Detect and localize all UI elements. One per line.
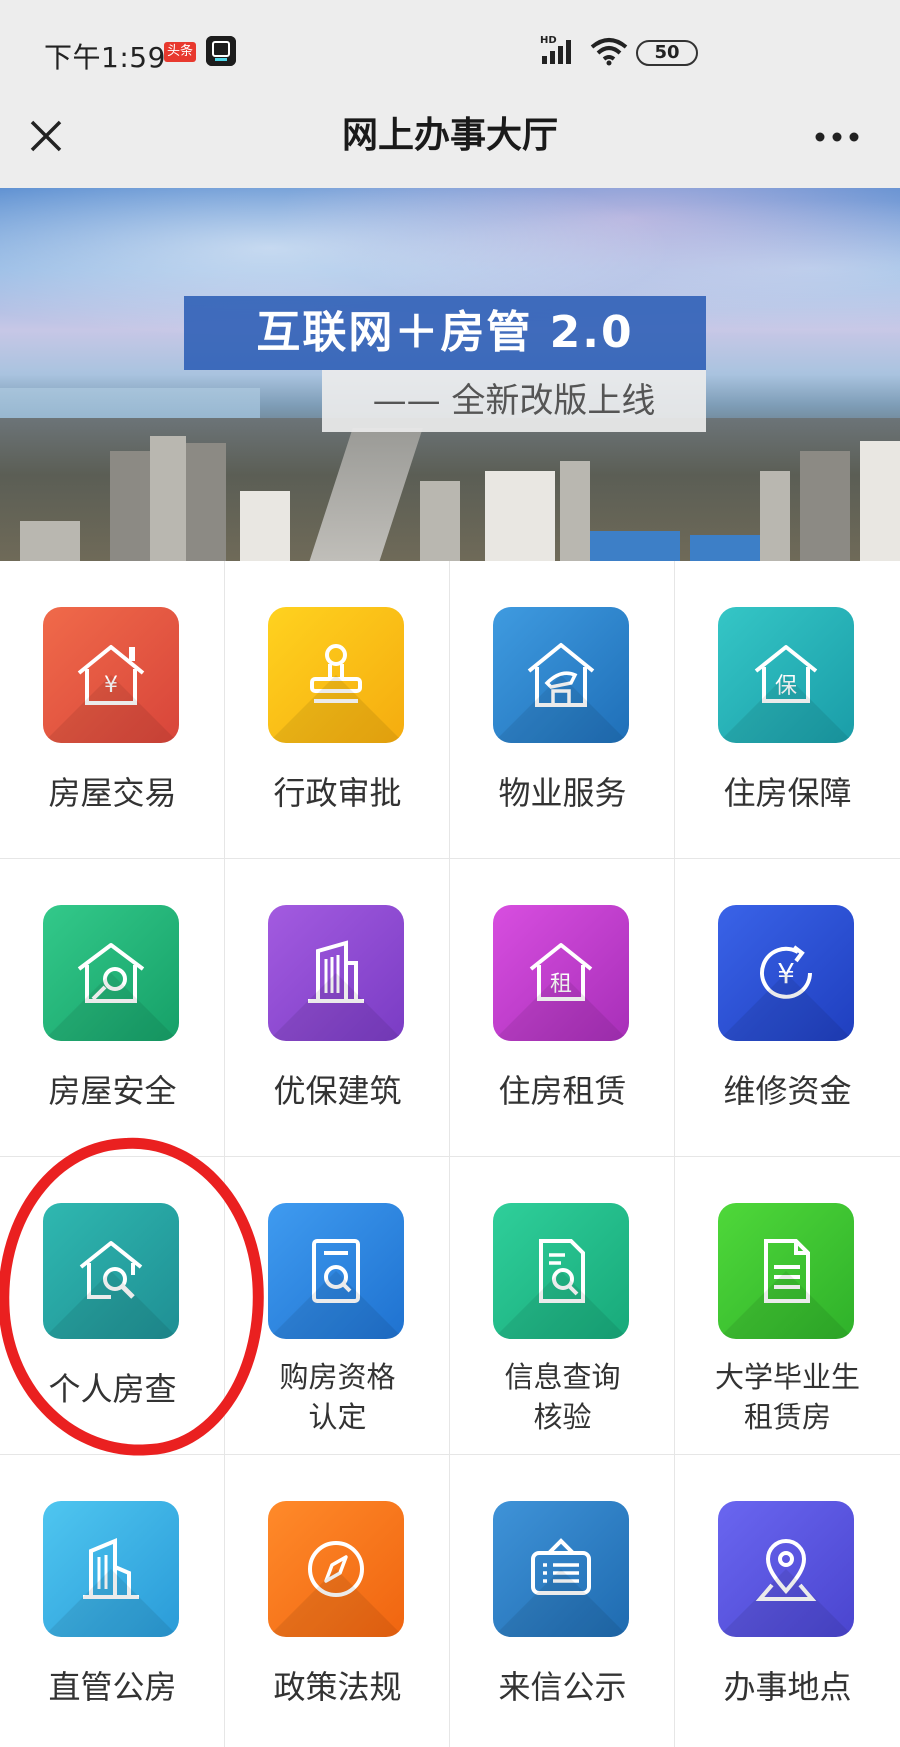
service-label-line2: 租赁房 — [743, 1400, 831, 1434]
service-label: 办事地点 — [723, 1668, 852, 1706]
service-label: 优保建筑 — [273, 1072, 402, 1110]
house-shield-icon: 保 — [718, 607, 854, 743]
app-notification-icon — [206, 36, 236, 66]
document-search-icon — [493, 1203, 629, 1339]
network-label: HD — [540, 35, 557, 46]
banner-subtitle: —— 全新改版上线 — [372, 381, 656, 421]
service-letters-notice[interactable]: 来信公示 — [450, 1455, 675, 1747]
service-label-line1: 大学毕业生 — [714, 1360, 860, 1394]
service-housing-rental[interactable]: 租 住房租赁 — [450, 859, 675, 1157]
battery-icon: 50 — [636, 40, 698, 66]
service-label: 直管公房 — [48, 1668, 177, 1706]
service-label: 物业服务 — [498, 774, 627, 812]
svg-text:¥: ¥ — [777, 957, 795, 990]
status-time: 下午1:59 — [44, 41, 166, 74]
service-quality-building[interactable]: 优保建筑 — [225, 859, 450, 1157]
service-label: 购房资格 认定 — [225, 1357, 450, 1437]
service-purchase-qualification[interactable]: 购房资格 认定 — [225, 1157, 450, 1455]
service-label: 来信公示 — [498, 1668, 627, 1706]
title-bar: 网上办事大厅 — [0, 96, 900, 188]
service-maintenance-fund[interactable]: ¥ 维修资金 — [675, 859, 900, 1157]
page-title: 网上办事大厅 — [341, 115, 558, 156]
compass-icon — [268, 1501, 404, 1637]
service-label: 行政审批 — [273, 774, 402, 812]
location-icon — [718, 1501, 854, 1637]
signal-icon: HD — [540, 35, 571, 64]
service-property[interactable]: 物业服务 — [450, 561, 675, 859]
toutiao-notification-icon: 头条 — [164, 42, 196, 62]
qualification-icon — [268, 1203, 404, 1339]
service-label: 政策法规 — [273, 1668, 402, 1706]
notice-board-icon — [493, 1501, 629, 1637]
service-label: 信息查询 核验 — [450, 1357, 675, 1437]
banner-title: 互联网＋房管 2.0 — [256, 307, 634, 358]
public-housing-icon — [43, 1501, 179, 1637]
building-icon — [268, 905, 404, 1041]
close-icon[interactable] — [26, 116, 66, 156]
house-rent-icon: 租 — [493, 905, 629, 1041]
banner[interactable]: 互联网＋房管 2.0 —— 全新改版上线 — [0, 188, 900, 561]
banner-city — [0, 418, 900, 561]
service-housing-security[interactable]: 保 住房保障 — [675, 561, 900, 859]
service-label: 住房租赁 — [498, 1072, 627, 1110]
service-public-housing[interactable]: 直管公房 — [0, 1455, 225, 1747]
svg-text:¥: ¥ — [104, 673, 118, 698]
service-personal-house-check[interactable]: 个人房查 — [0, 1157, 225, 1455]
house-safety-icon — [43, 905, 179, 1041]
service-house-safety[interactable]: 房屋安全 — [0, 859, 225, 1157]
service-label: 维修资金 — [723, 1072, 852, 1110]
service-label: 大学毕业生 租赁房 — [675, 1357, 900, 1437]
fund-icon: ¥ — [718, 905, 854, 1041]
svg-text:保: 保 — [775, 674, 797, 699]
service-label: 个人房查 — [48, 1370, 177, 1408]
house-search-icon — [43, 1203, 179, 1339]
status-bar: 下午1:59 头条 HD 50 — [0, 0, 900, 96]
service-graduate-rental[interactable]: 大学毕业生 租赁房 — [675, 1157, 900, 1455]
house-yuan-icon: ¥ — [43, 607, 179, 743]
service-label-line1: 信息查询 — [504, 1360, 621, 1394]
more-icon[interactable] — [812, 120, 862, 154]
service-label-line2: 核验 — [533, 1400, 592, 1434]
service-admin-approval[interactable]: 行政审批 — [225, 561, 450, 859]
property-service-icon — [493, 607, 629, 743]
wifi-icon — [590, 38, 628, 66]
service-house-trade[interactable]: ¥ 房屋交易 — [0, 561, 225, 859]
service-label: 房屋交易 — [48, 774, 177, 812]
service-office-locations[interactable]: 办事地点 — [675, 1455, 900, 1747]
stamp-icon — [268, 607, 404, 743]
service-label-line1: 购房资格 — [279, 1360, 396, 1394]
service-label: 住房保障 — [723, 774, 852, 812]
service-info-verification[interactable]: 信息查询 核验 — [450, 1157, 675, 1455]
service-label-line2: 认定 — [308, 1400, 367, 1434]
service-grid: ¥ 房屋交易 行政审批 物业服务 保 住房保障 房屋安全 优保建筑 租 住房租赁… — [0, 561, 900, 1747]
document-icon — [718, 1203, 854, 1339]
svg-text:租: 租 — [550, 972, 572, 997]
service-policy-regulations[interactable]: 政策法规 — [225, 1455, 450, 1747]
service-label: 房屋安全 — [48, 1072, 177, 1110]
